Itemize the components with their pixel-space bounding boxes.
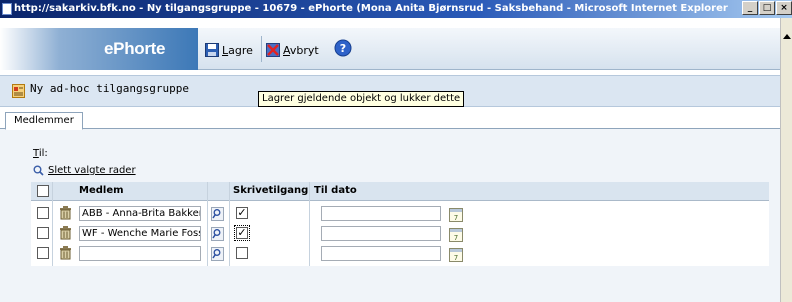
to-date-field[interactable] [321,206,441,221]
members-grid: Medlem Skrivetilgang Til dato ABB - Anna… [31,182,769,266]
write-access-checkbox[interactable] [236,247,248,259]
tab-bar [0,128,780,129]
window-controls: _ □ × [742,1,792,15]
calendar-icon[interactable]: 7 [449,246,463,262]
cancel-x-icon [266,43,280,57]
magnifier-icon [33,165,44,176]
cancel-button[interactable]: Avbryt [266,42,319,58]
cancel-label: Avbryt [283,43,319,57]
document-icon [12,84,25,98]
page-title: Ny ad-hoc tilgangsgruppe [30,82,189,95]
trash-icon[interactable] [59,206,72,220]
minimize-button[interactable]: _ [742,1,758,15]
row-select-checkbox[interactable] [37,247,49,259]
svg-text:?: ? [340,42,346,55]
table-row: ABB - Anna-Brita Bakker ✓ 7 [31,204,769,225]
delete-selected-rows-link[interactable]: Slett valgte rader [33,165,136,176]
scroll-up-arrow-icon[interactable] [783,34,791,39]
ephorte-logo: ePhorte [0,28,198,70]
grid-header: Medlem Skrivetilgang Til dato [31,182,769,201]
search-icon[interactable] [211,207,224,221]
floppy-disk-icon [205,43,219,57]
calendar-icon[interactable]: 7 [449,226,463,242]
logo-text: ePhorte [104,39,166,58]
table-row: WF - Wenche Marie Foss ✓ 7 [31,224,769,245]
to-date-field[interactable] [321,226,441,241]
svg-text:7: 7 [454,234,458,242]
svg-text:7: 7 [454,254,458,262]
table-row: 7 [31,244,769,265]
trash-icon[interactable] [59,246,72,260]
window-titlebar: http://sakarkiv.bfk.no - Ny tilgangsgrup… [0,0,792,18]
save-button[interactable]: Lagre [205,42,253,58]
til-label: Til: [33,148,48,159]
select-all-checkbox[interactable] [37,185,49,197]
ie-page-icon [2,3,12,15]
trash-icon[interactable] [59,226,72,240]
save-label: Lagre [222,43,253,57]
window-title: http://sakarkiv.bfk.no - Ny tilgangsgrup… [14,3,728,14]
delete-selected-rows-label: Slett valgte rader [48,165,136,176]
tab-medlemmer[interactable]: Medlemmer [5,112,83,130]
close-button[interactable]: × [776,1,792,15]
column-header-til-dato: Til dato [314,185,357,196]
row-select-checkbox[interactable] [37,207,49,219]
write-access-checkbox[interactable]: ✓ [236,207,248,219]
vertical-scrollbar[interactable] [780,18,792,302]
toolbar: ePhorte Lagre Avbryt ? [0,28,780,70]
search-icon[interactable] [211,247,224,261]
help-icon: ? [334,39,352,57]
to-date-field[interactable] [321,246,441,261]
search-icon[interactable] [211,227,224,241]
member-field[interactable]: ABB - Anna-Brita Bakker [79,206,201,221]
save-tooltip: Lagrer gjeldende objekt og lukker dette [258,91,465,107]
calendar-icon[interactable]: 7 [449,206,463,222]
maximize-button[interactable]: □ [759,1,775,15]
row-select-checkbox[interactable] [37,227,49,239]
svg-text:7: 7 [454,214,458,222]
column-header-medlem: Medlem [79,185,124,196]
member-field[interactable] [79,246,201,261]
column-header-skrivetilgang: Skrivetilgang [233,185,309,196]
help-button[interactable]: ? [334,39,352,57]
toolbar-separator [261,36,262,62]
member-field[interactable]: WF - Wenche Marie Foss [79,226,201,241]
write-access-checkbox[interactable]: ✓ [234,225,250,241]
